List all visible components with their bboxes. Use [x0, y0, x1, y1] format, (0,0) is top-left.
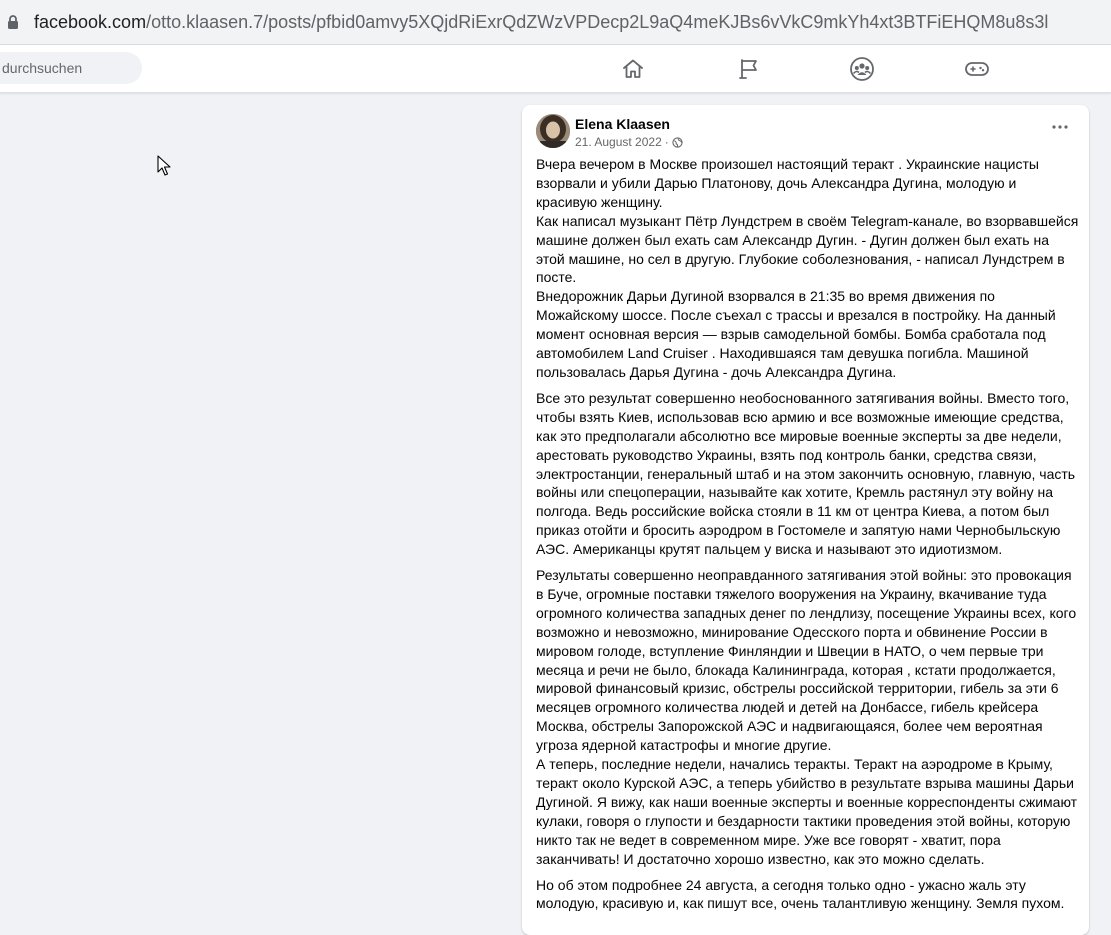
url-host: facebook.com	[34, 12, 147, 32]
post-paragraph: Но об этом подробнее 24 августа, а сегод…	[536, 876, 1065, 912]
post-date[interactable]: 21. August 2022	[575, 135, 662, 150]
post-author[interactable]: Elena Klaasen	[575, 116, 670, 132]
post-card: Elena Klaasen 21. August 2022 · Вчера ве…	[522, 105, 1089, 935]
more-options-icon[interactable]	[1050, 121, 1070, 133]
post-paragraph: Результаты совершенно неоправданного зат…	[536, 567, 1078, 867]
lock-icon	[8, 15, 18, 29]
search-box[interactable]	[0, 52, 142, 84]
post-body: Вчера вечером в Москве произошел настоящ…	[536, 155, 1081, 920]
avatar[interactable]	[536, 114, 570, 148]
url-text[interactable]: facebook.com/otto.klaasen.7/posts/pfbid0…	[34, 11, 1048, 33]
groups-icon[interactable]	[848, 55, 876, 83]
facebook-top-nav	[0, 45, 1111, 93]
mouse-pointer-icon	[157, 155, 171, 176]
search-input[interactable]	[2, 52, 132, 84]
url-path: /otto.klaasen.7/posts/pfbid0amvy5XQjdRiE…	[146, 12, 1049, 32]
gaming-icon[interactable]	[963, 55, 991, 83]
globe-icon	[672, 137, 683, 148]
flag-icon[interactable]	[735, 55, 763, 83]
post-meta: 21. August 2022 ·	[575, 135, 683, 150]
browser-address-bar[interactable]: facebook.com/otto.klaasen.7/posts/pfbid0…	[0, 0, 1111, 45]
home-icon[interactable]	[619, 55, 647, 83]
meta-separator: ·	[664, 135, 669, 149]
post-paragraph: Все это результат совершенно необоснован…	[536, 389, 1076, 558]
post-paragraph: Вчера вечером в Москве произошел настоящ…	[536, 156, 1079, 380]
